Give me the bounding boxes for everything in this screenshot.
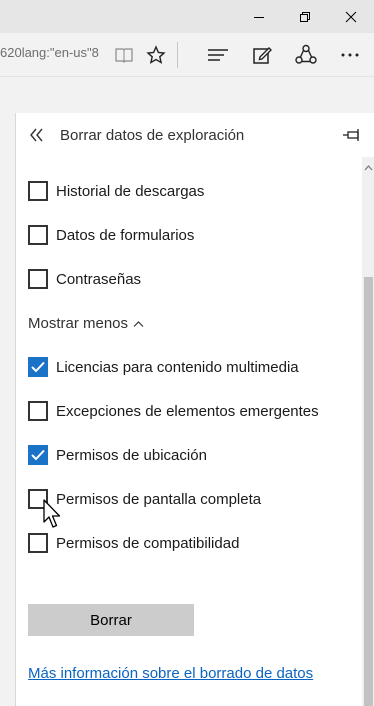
option-passwords[interactable]: Contraseñas (28, 267, 141, 291)
option-label: Permisos de pantalla completa (56, 490, 262, 508)
checkbox[interactable] (28, 225, 48, 245)
option-media-licenses[interactable]: Licencias para contenido multimedia (28, 355, 299, 379)
option-label: Licencias para contenido multimedia (56, 358, 299, 376)
window-title-bar (0, 0, 374, 33)
more-icon[interactable] (330, 33, 370, 76)
checkmark-icon (31, 361, 45, 373)
panel-scrollbar[interactable] (362, 157, 374, 706)
restore-icon[interactable] (282, 0, 328, 33)
minimize-icon[interactable] (236, 0, 282, 33)
checkbox[interactable] (28, 533, 48, 553)
option-form-data[interactable]: Datos de formularios (28, 223, 194, 247)
web-note-icon[interactable] (242, 33, 282, 76)
favorites-strip (0, 76, 374, 113)
clear-browsing-data-panel: Borrar datos de exploración Historial de… (15, 113, 374, 706)
option-label: Datos de formularios (56, 226, 195, 244)
page-content-edge (0, 113, 15, 706)
checkmark-icon (31, 449, 45, 461)
share-icon[interactable] (286, 33, 326, 76)
option-label: Excepciones de elementos emergentes (56, 402, 319, 420)
option-label: Permisos de ubicación (56, 446, 207, 464)
option-fullscreen-permissions[interactable]: Permisos de pantalla completa (28, 487, 261, 511)
clear-button[interactable]: Borrar (28, 604, 194, 636)
option-label: Historial de descargas (56, 182, 205, 200)
checkbox[interactable] (28, 181, 48, 201)
browser-toolbar: 620lang:"en-us"8 (0, 33, 374, 76)
option-popup-exceptions[interactable]: Excepciones de elementos emergentes (28, 399, 319, 423)
show-less-toggle[interactable]: Mostrar menos (28, 315, 144, 332)
option-label: Contraseñas (56, 270, 142, 288)
option-download-history[interactable]: Historial de descargas (28, 179, 204, 203)
checkbox-checked[interactable] (28, 445, 48, 465)
checkbox[interactable] (28, 269, 48, 289)
option-label: Permisos de compatibilidad (56, 534, 240, 552)
more-info-link[interactable]: Más información sobre el borrado de dato… (28, 665, 313, 682)
toolbar-separator (177, 42, 178, 68)
pin-icon[interactable] (342, 126, 362, 144)
chevron-up-icon (133, 320, 144, 327)
address-bar-text[interactable]: 620lang:"en-us"8 (0, 45, 104, 60)
panel-header: Borrar datos de exploración (16, 113, 374, 157)
scrollbar-thumb[interactable] (364, 277, 373, 706)
panel-title: Borrar datos de exploración (60, 127, 245, 144)
hub-icon[interactable] (198, 33, 238, 76)
mouse-cursor-icon (43, 499, 61, 528)
option-location-permissions[interactable]: Permisos de ubicación (28, 443, 207, 467)
scroll-up-arrow-icon[interactable] (364, 159, 373, 171)
double-chevron-left-icon[interactable] (28, 126, 46, 144)
option-compatibility-permissions[interactable]: Permisos de compatibilidad (28, 531, 239, 555)
close-icon[interactable] (328, 0, 374, 33)
checkbox-checked[interactable] (28, 357, 48, 377)
favorite-star-icon[interactable] (136, 33, 176, 76)
checkbox[interactable] (28, 401, 48, 421)
show-less-label: Mostrar menos (28, 315, 129, 332)
